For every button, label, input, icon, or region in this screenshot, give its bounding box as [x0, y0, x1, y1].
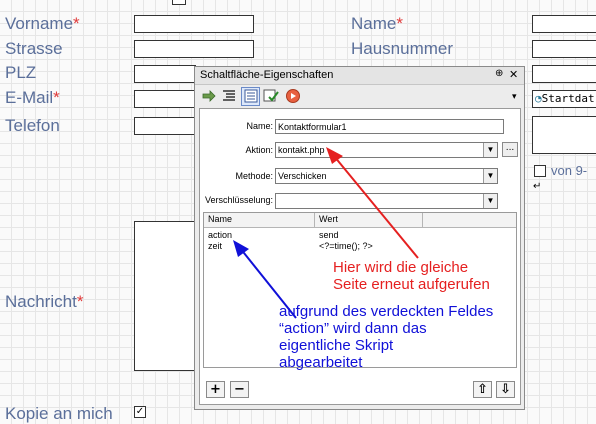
red-annotation: Hier wird die gleiche Seite erneut aufge…	[333, 259, 490, 293]
blue-annotation-line-1: aufgrund des verdeckten Feldes	[279, 303, 494, 320]
red-arrowhead	[326, 147, 343, 164]
blue-annotation-line-3: eigentliche Skript	[279, 337, 394, 354]
red-annotation-line-1: Hier wird die gleiche	[333, 259, 469, 276]
red-arrow	[333, 155, 419, 259]
red-annotation-line-2: Seite erneut aufgerufen	[333, 276, 490, 293]
blue-annotation-line-4: abgearbeitet	[279, 354, 363, 371]
blue-arrowhead	[233, 240, 249, 257]
blue-annotation-line-2: “action” wird dann das	[279, 320, 427, 337]
blue-annotation: aufgrund des verdeckten Feldes “action” …	[279, 303, 493, 371]
